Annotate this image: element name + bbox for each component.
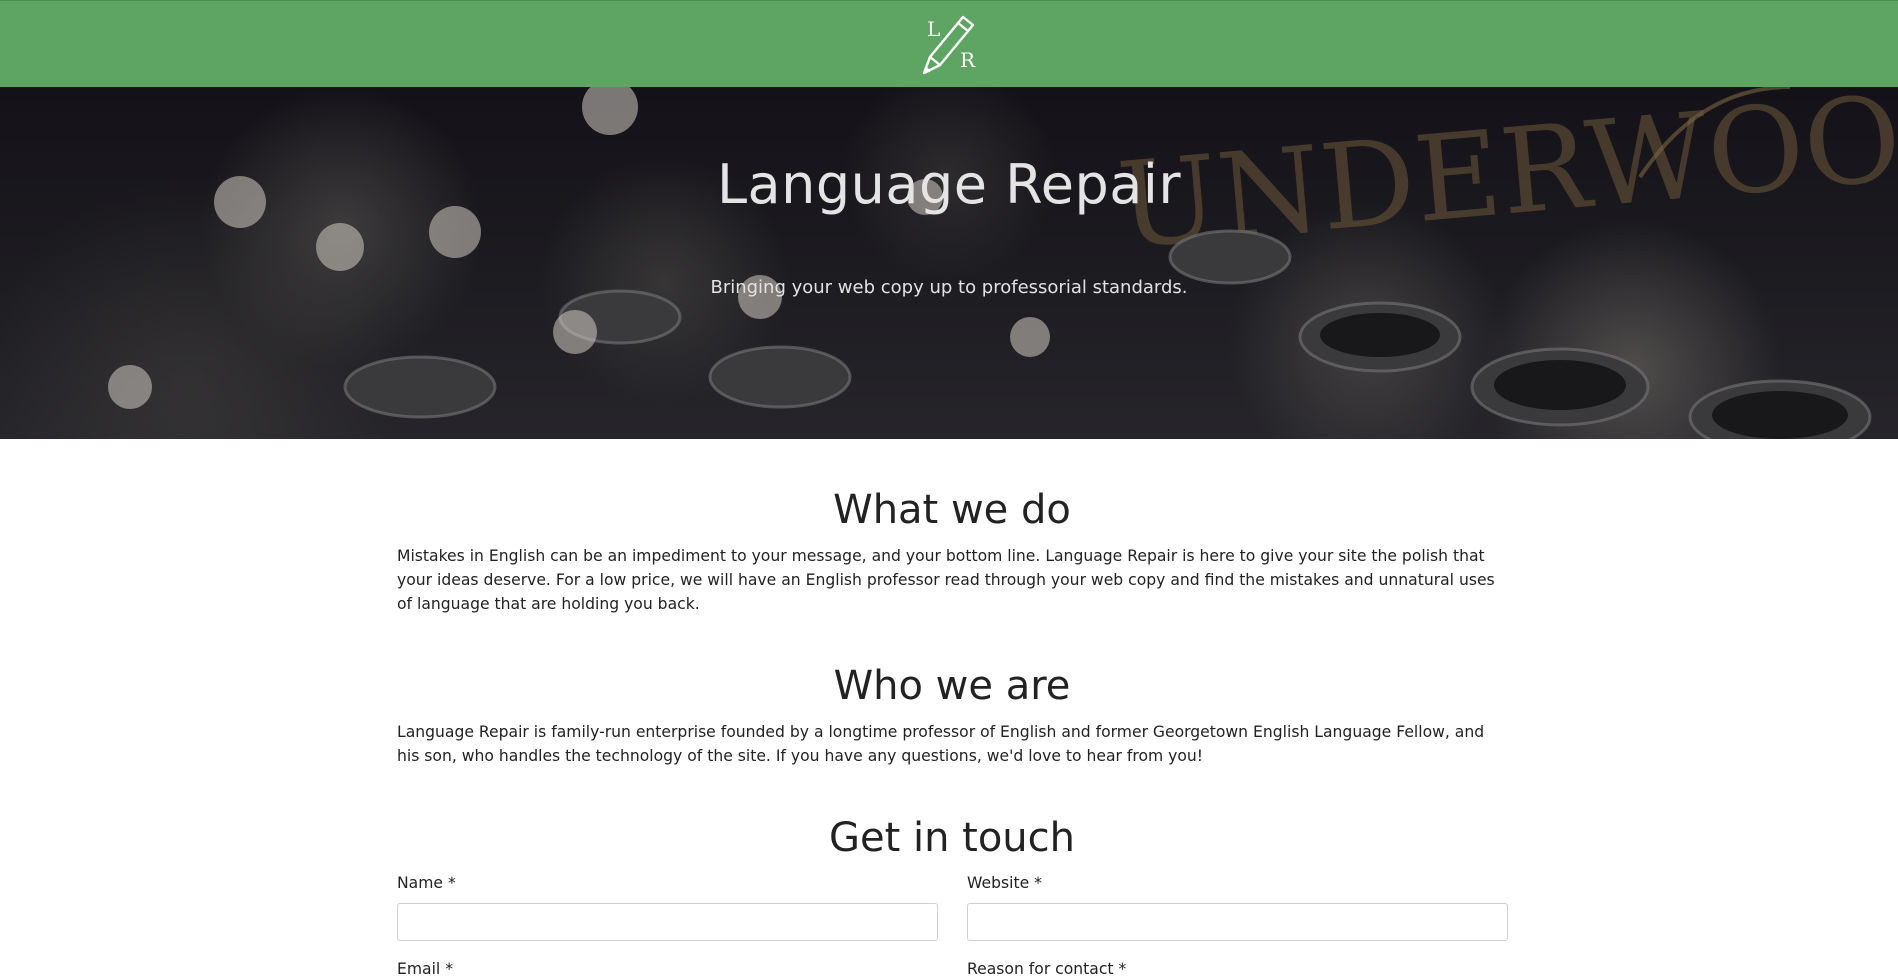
logo-letter-l: L	[927, 17, 940, 41]
what-we-do-text: Mistakes in English can be an impediment…	[397, 547, 1495, 613]
name-label: Name *	[397, 874, 456, 892]
what-we-do-heading: What we do	[833, 487, 1071, 533]
who-we-are-text: Language Repair is family-run enterprise…	[397, 723, 1485, 765]
website-input[interactable]	[967, 903, 1508, 941]
reason-label: Reason for contact *	[967, 960, 1127, 978]
hero-subtitle: Bringing your web copy up to professoria…	[710, 277, 1188, 298]
hero-banner: UNDERWOOD Language Repair Bringing your …	[0, 87, 1898, 439]
hero-title: Language Repair	[716, 153, 1182, 216]
typewriter-background-image: UNDERWOOD	[108, 87, 1898, 439]
pencil-logo-icon[interactable]: L R	[918, 13, 984, 77]
website-label: Website *	[967, 874, 1042, 892]
logo-letter-r: R	[960, 48, 976, 72]
email-label: Email *	[397, 960, 454, 978]
get-in-touch-heading: Get in touch	[828, 815, 1076, 861]
who-we-are-heading: Who we are	[833, 663, 1071, 709]
name-input[interactable]	[397, 903, 938, 941]
site-header: L R	[0, 0, 1898, 87]
